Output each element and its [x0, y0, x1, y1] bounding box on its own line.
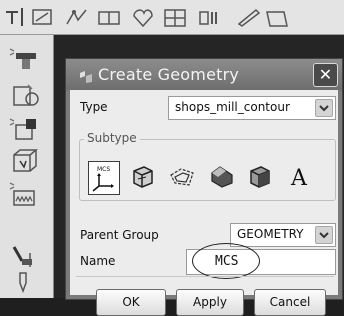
tool-icon[interactable] [8, 115, 42, 145]
toolbar-handle-icon[interactable] [2, 4, 28, 30]
machine-tool-icon[interactable] [8, 45, 42, 75]
parent-group-value: GEOMETRY [237, 227, 304, 241]
operation-icon[interactable] [8, 241, 42, 271]
name-label: Name [80, 254, 116, 268]
subtype-boundary-icon[interactable] [206, 161, 236, 193]
edit-icon[interactable] [236, 4, 262, 30]
chevron-down-icon[interactable] [315, 99, 333, 117]
parent-group-select[interactable]: GEOMETRY [230, 223, 336, 247]
subtype-text-icon[interactable]: A [284, 161, 314, 193]
highlight-annotation [192, 243, 260, 279]
subtype-mcs-button[interactable]: MCS [88, 161, 120, 195]
close-button[interactable]: ✕ [313, 63, 338, 87]
top-toolbar [0, 0, 344, 35]
side-toolbar [0, 35, 54, 298]
type-select[interactable]: shops_mill_contour [168, 96, 336, 120]
text-icon-glyph: A [290, 166, 308, 191]
dialog-title-bar[interactable]: Create Geometry ✕ [66, 59, 342, 90]
create-geometry-dialog: Create Geometry ✕ Type shops_mill_contou… [65, 58, 343, 316]
apply-button[interactable]: Apply [176, 289, 244, 316]
subtype-mill-area-icon[interactable] [167, 161, 197, 193]
feature-icon[interactable] [130, 4, 156, 30]
mcs-icon-label: MCS [97, 166, 110, 173]
curve-icon[interactable] [64, 4, 90, 30]
parent-group-label: Parent Group [80, 228, 159, 242]
measure-icon[interactable] [196, 4, 222, 30]
drill-icon[interactable] [8, 269, 42, 299]
method-icon[interactable] [8, 179, 42, 209]
dialog-title: Create Geometry [98, 65, 240, 84]
ok-button[interactable]: OK [96, 289, 166, 316]
dialog-body: Type shops_mill_contour Subtype MCS A Pa… [70, 90, 338, 316]
chevron-down-icon[interactable] [315, 226, 333, 244]
block-icon[interactable] [96, 4, 122, 30]
program-icon[interactable] [8, 81, 42, 111]
sketch-icon[interactable] [30, 4, 56, 30]
face-icon[interactable] [264, 4, 290, 30]
subtype-label: Subtype [84, 131, 140, 145]
layout-icon[interactable] [162, 4, 188, 30]
subtype-workpiece-icon[interactable] [128, 161, 158, 193]
subtype-blank-icon[interactable] [245, 161, 275, 193]
dialog-app-icon [79, 69, 93, 83]
cancel-button[interactable]: Cancel [254, 289, 326, 316]
geometry-icon[interactable] [8, 147, 42, 177]
type-label: Type [80, 100, 108, 114]
type-select-value: shops_mill_contour [175, 100, 290, 114]
divider [76, 276, 334, 277]
